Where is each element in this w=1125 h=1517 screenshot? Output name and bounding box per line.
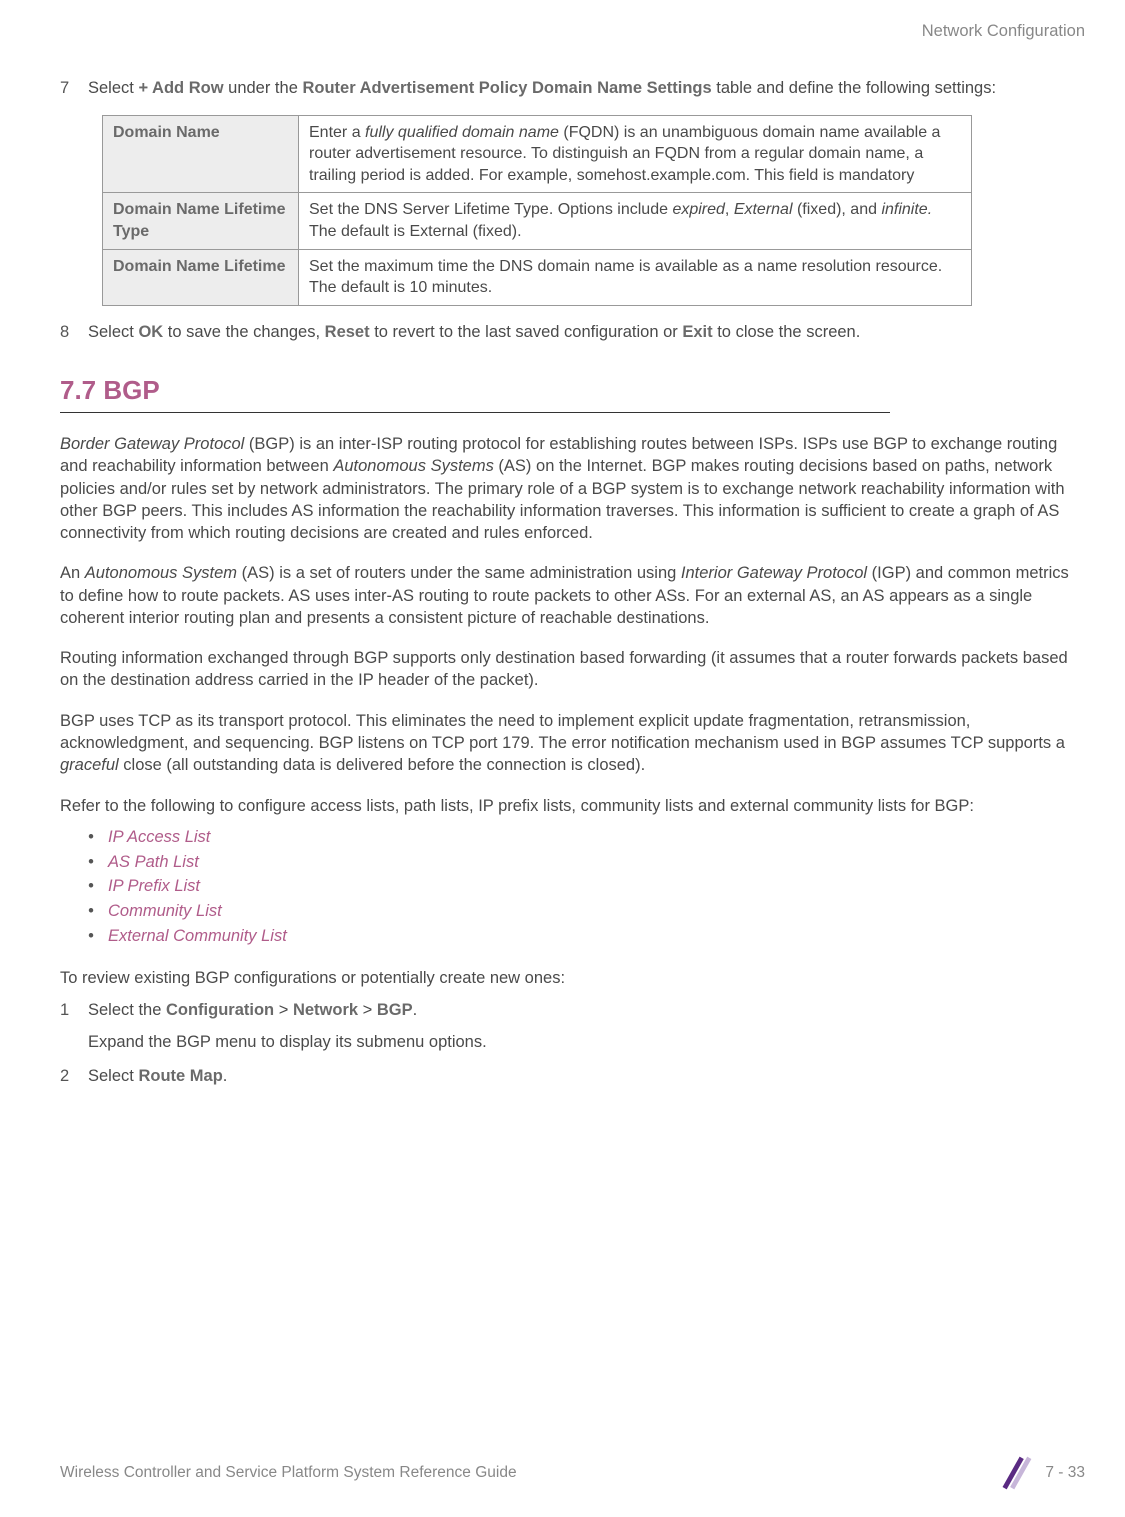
step-number: 8	[60, 321, 88, 343]
text: Select the	[88, 1001, 166, 1019]
link-ip-prefix-list[interactable]: IP Prefix List	[88, 874, 1085, 899]
nav-network: Network	[293, 1001, 358, 1019]
text: under the	[224, 79, 303, 97]
row-label: Domain Name	[103, 115, 299, 193]
step-8: 8 Select OK to save the changes, Reset t…	[60, 321, 860, 343]
step-2: 2 Select Route Map.	[60, 1065, 227, 1087]
brand-slash-icon	[997, 1454, 1035, 1492]
table-title-ref: Router Advertisement Policy Domain Name …	[302, 79, 711, 97]
link-ip-access-list[interactable]: IP Access List	[88, 825, 1085, 850]
paragraph: Routing information exchanged through BG…	[60, 647, 1085, 692]
text: to revert to the last saved configuratio…	[370, 323, 683, 341]
step-number: 2	[60, 1065, 88, 1087]
table-row: Domain Name Lifetime Set the maximum tim…	[103, 249, 972, 305]
text: to save the changes,	[163, 323, 324, 341]
step-number: 1	[60, 999, 88, 1054]
table-row: Domain Name Lifetime Type Set the DNS Se…	[103, 193, 972, 249]
text: >	[274, 1001, 293, 1019]
chapter-title: Network Configuration	[60, 20, 1085, 42]
row-desc: Set the DNS Server Lifetime Type. Option…	[299, 193, 972, 249]
ok-label: OK	[138, 323, 163, 341]
text: Select	[88, 323, 138, 341]
text: .	[413, 1001, 418, 1019]
domain-name-settings-table: Domain Name Enter a fully qualified doma…	[102, 115, 972, 306]
exit-label: Exit	[682, 323, 712, 341]
add-row-label: + Add Row	[138, 79, 223, 97]
link-as-path-list[interactable]: AS Path List	[88, 850, 1085, 875]
page-number: 7 - 33	[1045, 1463, 1085, 1484]
table-row: Domain Name Enter a fully qualified doma…	[103, 115, 972, 193]
text: to close the screen.	[713, 323, 861, 341]
nav-bgp: BGP	[377, 1001, 413, 1019]
step-7: 7 Select + Add Row under the Router Adve…	[60, 77, 996, 99]
footer-title: Wireless Controller and Service Platform…	[60, 1463, 517, 1484]
section-heading: 7.7 BGP	[60, 373, 1085, 408]
nav-configuration: Configuration	[166, 1001, 274, 1019]
row-desc: Set the maximum time the DNS domain name…	[299, 249, 972, 305]
paragraph: BGP uses TCP as its transport protocol. …	[60, 710, 1085, 777]
reset-label: Reset	[325, 323, 370, 341]
text: Select	[88, 79, 138, 97]
link-community-list[interactable]: Community List	[88, 899, 1085, 924]
step-number: 7	[60, 77, 88, 99]
link-list: IP Access List AS Path List IP Prefix Li…	[88, 825, 1085, 949]
paragraph: An Autonomous System (AS) is a set of ro…	[60, 562, 1085, 629]
paragraph: To review existing BGP configurations or…	[60, 967, 1085, 989]
row-label: Domain Name Lifetime	[103, 249, 299, 305]
text: Select	[88, 1067, 138, 1085]
text: table and define the following settings:	[712, 79, 996, 97]
section-rule	[60, 412, 890, 413]
step-1: 1 Select the Configuration > Network > B…	[60, 999, 487, 1054]
row-label: Domain Name Lifetime Type	[103, 193, 299, 249]
text: .	[223, 1067, 228, 1085]
paragraph: Border Gateway Protocol (BGP) is an inte…	[60, 433, 1085, 544]
link-external-community-list[interactable]: External Community List	[88, 924, 1085, 949]
text: >	[358, 1001, 377, 1019]
route-map-label: Route Map	[138, 1067, 222, 1085]
paragraph: Refer to the following to configure acce…	[60, 795, 1085, 817]
substep-text: Expand the BGP menu to display its subme…	[88, 1031, 487, 1053]
row-desc: Enter a fully qualified domain name (FQD…	[299, 115, 972, 193]
